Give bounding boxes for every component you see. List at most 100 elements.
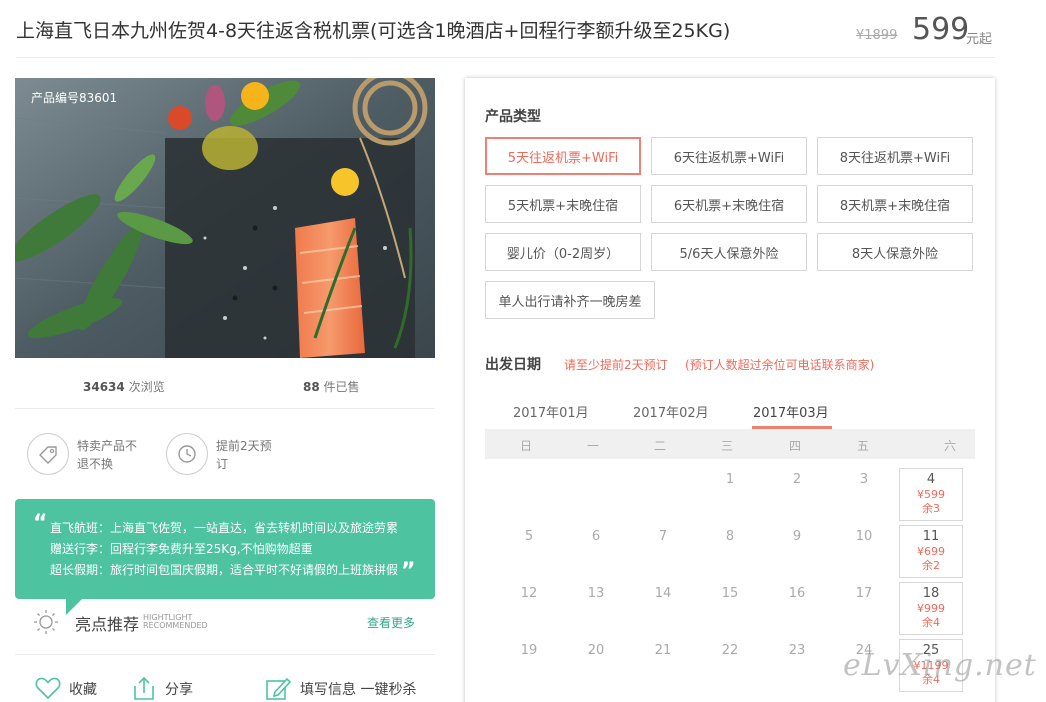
product-type-option[interactable]: 6天往返机票+WiFi [651,137,807,175]
feature-text: 特卖产品不 退不换 [77,437,147,473]
available-date-cell[interactable]: 18 ¥999 余4 [899,582,963,635]
day-number: 18 [922,586,940,601]
product-type-option[interactable]: 婴儿价（0-2周岁） [485,233,641,271]
highlights-subtitle: HIGHTLIGHT RECOMMENDED [143,614,223,630]
available-date-cell[interactable]: 11 ¥699 余2 [899,525,963,578]
heart-icon [35,676,61,702]
feature-line: 特卖产品不 [77,439,138,453]
tag-icon [27,433,69,475]
product-title: 上海直飞日本九州佐贺4-8天往返含税机票(可选含1晚酒店+回程行李额升级至25K… [16,20,731,42]
fill-info-button[interactable]: 填写信息 一键秒杀 [265,676,435,702]
food-photo-illustration [15,78,435,358]
views-count: 34634 [83,380,125,394]
divider [15,654,435,655]
calendar-day: 1 [725,472,735,487]
highlights-title: 亮点推荐 [75,615,140,634]
feature-no-refund: 特卖产品不 退不换 [27,433,157,477]
feature-advance-booking: 提前2天预订 [166,433,296,477]
day-number: 4 [926,472,936,487]
views-stat: 34634 次浏览 [83,378,165,395]
feature-text: 提前2天预订 [216,437,286,473]
edit-icon [265,676,292,702]
share-icon [131,676,157,702]
departure-date-title: 出发日期 [485,357,541,373]
product-type-option[interactable]: 5/6天人保意外险 [651,233,807,271]
watermark: eLvXing.net [843,648,1037,683]
weekday-label: 二 [653,439,666,453]
calendar-day: 14 [654,586,672,601]
product-type-title: 产品类型 [485,109,541,125]
product-stats: 34634 次浏览 88 件已售 [15,376,435,396]
month-tab-mar[interactable]: 2017年03月 [753,402,829,421]
product-photo: 产品编号83601 [15,78,435,358]
calendar-day: 10 [855,529,873,544]
weekday-label: 六 [943,439,956,453]
favorite-label: 收藏 [69,682,97,698]
share-label: 分享 [165,682,193,698]
day-price: ¥599 [917,488,945,501]
divider [15,408,435,409]
calendar-day: 6 [591,529,601,544]
sold-stat: 88 件已售 [303,378,360,395]
available-date-cell[interactable]: 4 ¥599 余3 [899,468,963,521]
weekday-header: 日 一 二 三 四 五 六 [485,429,975,459]
share-button[interactable]: 分享 [131,676,211,702]
product-type-option[interactable]: 8天人保意外险 [817,233,973,271]
departure-contact-note: (预订人数超过余位可电话联系商家) [685,358,875,372]
favorite-button[interactable]: 收藏 [35,676,115,702]
day-remaining: 余2 [922,559,940,572]
day-remaining: 余3 [922,502,940,515]
calendar-day: 17 [855,586,873,601]
feature-line: 订 [216,457,229,471]
weekday-label: 日 [519,439,532,453]
booking-panel: 产品类型 5天往返机票+WiFi 6天往返机票+WiFi 8天往返机票+WiFi… [465,78,995,702]
weekday-label: 五 [856,439,869,453]
calendar-day: 16 [788,586,806,601]
views-label: 次浏览 [128,380,165,394]
product-type-option[interactable]: 6天机票+末晚住宿 [651,185,807,223]
open-quote-icon: “ [33,511,48,536]
fill-info-label: 填写信息 一键秒杀 [300,682,417,698]
product-type-option[interactable]: 5天往返机票+WiFi [485,137,641,175]
calendar-day: 8 [725,529,735,544]
clock-icon [166,433,208,475]
feature-line: 退不换 [77,457,114,471]
calendar-day: 9 [792,529,802,544]
price-unit: 元起 [966,32,993,47]
header-divider [16,57,995,58]
product-type-option[interactable]: 8天往返机票+WiFi [817,137,973,175]
calendar-day: 23 [788,643,806,658]
calendar-day: 5 [524,529,534,544]
month-tab-jan[interactable]: 2017年01月 [513,402,589,421]
product-type-option[interactable]: 8天机票+末晚住宿 [817,185,973,223]
calendar-day: 12 [520,586,538,601]
original-price: ¥1899 [856,28,898,43]
product-type-option[interactable]: 5天机票+末晚住宿 [485,185,641,223]
departure-note: 请至少提前2天预订 [564,358,668,372]
highlight-line: 赠送行李：回程行李免费升至25Kg,不怕购物超重 [50,542,313,556]
sun-icon [33,609,59,639]
day-remaining: 余4 [922,616,940,629]
subtitle-line: RECOMMENDED [143,621,208,630]
month-tab-feb[interactable]: 2017年02月 [633,402,709,421]
product-code: 产品编号83601 [31,91,118,105]
calendar-day: 3 [859,472,869,487]
calendar-day: 2 [792,472,802,487]
day-price: ¥699 [917,545,945,558]
weekday-label: 一 [586,439,599,453]
feature-line: 提前2天预 [216,439,272,453]
calendar-day: 19 [520,643,538,658]
product-type-option[interactable]: 单人出行请补齐一晚房差 [485,281,655,319]
highlights-header: 亮点推荐 HIGHTLIGHT RECOMMENDED 查看更多 [33,607,433,637]
highlights-box: “ 直飞航班：上海直飞佐贺，一站直达，省去转机时间以及旅途劳累 赠送行李：回程行… [15,499,435,599]
weekday-label: 四 [788,439,801,453]
calendar-day: 22 [721,643,739,658]
day-price: ¥999 [917,602,945,615]
calendar-day: 7 [658,529,668,544]
view-more-link[interactable]: 查看更多 [367,614,415,631]
highlight-line: 直飞航班：上海直飞佐贺，一站直达，省去转机时间以及旅途劳累 [50,521,399,535]
sold-count: 88 [303,380,320,394]
weekday-label: 三 [720,439,733,453]
calendar-day: 13 [587,586,605,601]
day-number: 11 [922,529,940,544]
